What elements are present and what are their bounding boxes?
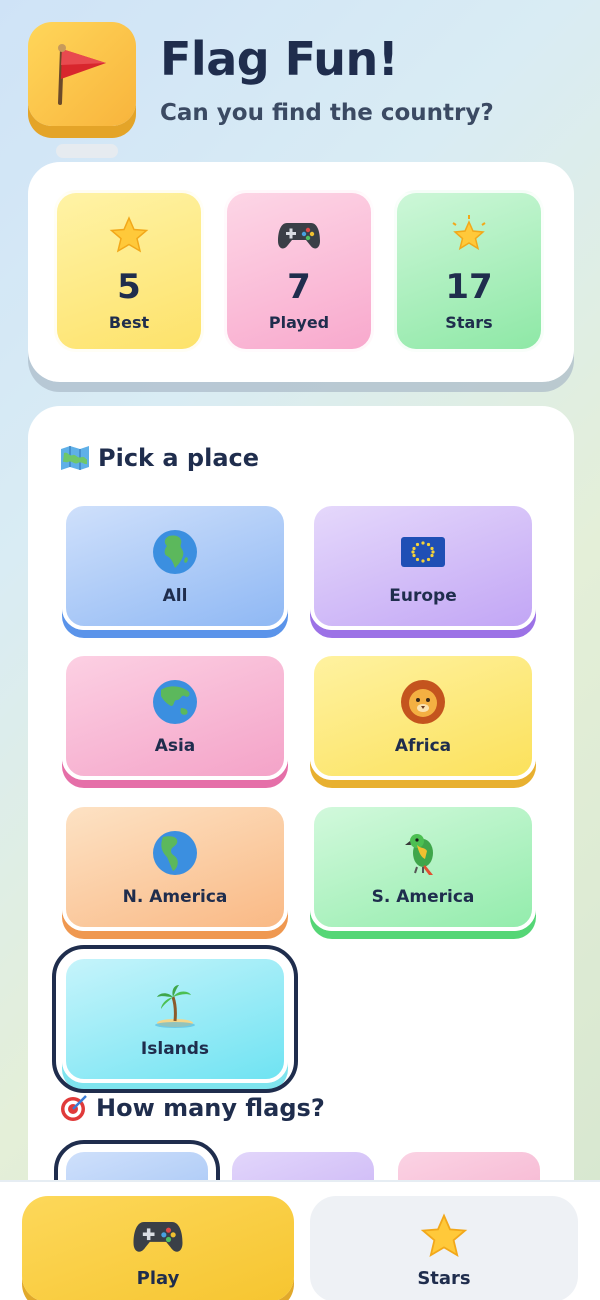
stats-card: 5 Best 7 Played 17 Stars [28, 162, 574, 382]
region-label-n-america: N. America [122, 887, 228, 907]
region-label-islands: Islands [140, 1039, 210, 1059]
stat-best-label: Best [108, 313, 150, 332]
page-title: Flag Fun! [160, 32, 399, 86]
flag-count-title: How many flags? [96, 1094, 325, 1122]
region-label-s-america: S. America [371, 887, 475, 907]
region-button-islands[interactable]: Islands [52, 945, 298, 1093]
globe-asia-icon [151, 678, 199, 726]
logo-shadow [56, 144, 118, 158]
stat-stars-label: Stars [445, 313, 493, 332]
region-label-europe: Europe [389, 586, 457, 606]
play-button[interactable]: Play [22, 1196, 294, 1300]
region-label-africa: Africa [394, 736, 452, 756]
map-icon [61, 446, 89, 470]
flag-count-heading: How many flags? [60, 1094, 325, 1122]
eu-flag-icon [399, 528, 447, 576]
stat-played-value: 7 [287, 267, 311, 307]
region-button-all[interactable]: All [62, 502, 288, 630]
region-label-asia: Asia [154, 736, 196, 756]
header: Flag Fun! Can you find the country? [28, 22, 578, 158]
region-button-n-america[interactable]: N. America [62, 803, 288, 931]
stat-played: 7 Played [224, 190, 374, 352]
app-logo [28, 22, 136, 140]
stat-played-label: Played [268, 313, 330, 332]
pick-place-title: Pick a place [98, 444, 260, 472]
stat-stars: 17 Stars [394, 190, 544, 352]
play-button-label: Play [136, 1268, 180, 1289]
stat-best: 5 Best [54, 190, 204, 352]
region-button-asia[interactable]: Asia [62, 652, 288, 780]
lion-icon [399, 678, 447, 726]
target-icon [61, 1095, 87, 1121]
pick-place-heading: Pick a place [60, 444, 259, 472]
globe-africa-icon [151, 528, 199, 576]
palm-island-icon [151, 981, 199, 1029]
parrot-icon [399, 829, 447, 877]
stars-button[interactable]: Stars [310, 1196, 578, 1300]
star-icon [109, 215, 149, 255]
stars-button-label: Stars [417, 1268, 471, 1289]
region-button-s-america[interactable]: S. America [310, 803, 536, 931]
region-button-africa[interactable]: Africa [310, 652, 536, 780]
bottom-nav: Play Stars [0, 1180, 600, 1300]
globe-americas-icon [151, 829, 199, 877]
region-label-all: All [162, 586, 188, 606]
gamepad-icon [132, 1212, 184, 1260]
page-subtitle: Can you find the country? [160, 100, 494, 126]
gamepad-icon [277, 215, 321, 255]
star-icon [420, 1212, 468, 1260]
stat-best-value: 5 [117, 267, 141, 307]
region-button-europe[interactable]: Europe [310, 502, 536, 630]
glowing-star-icon [449, 215, 489, 255]
stat-stars-value: 17 [445, 267, 493, 307]
red-flag-icon [58, 44, 106, 105]
